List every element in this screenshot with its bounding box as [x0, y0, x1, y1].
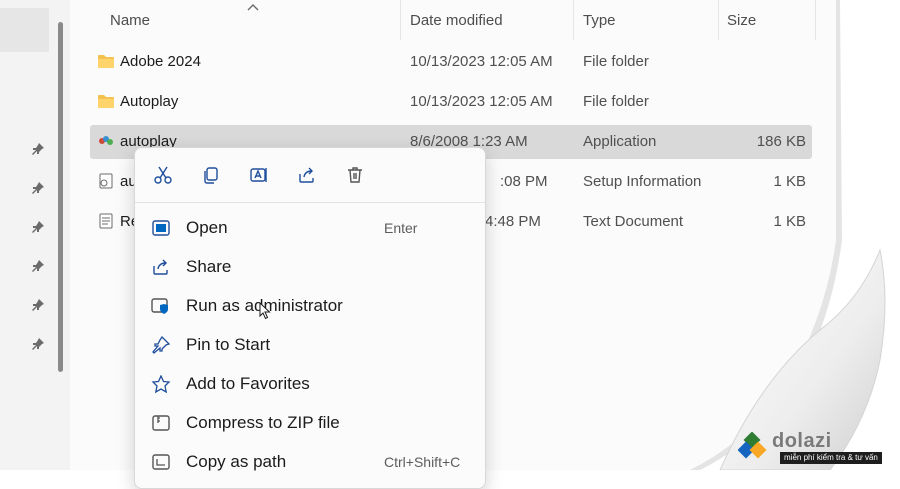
menu-item-add-to-favorites[interactable]: Add to Favorites: [141, 366, 479, 402]
star-icon: [151, 375, 171, 393]
file-date: 10/13/2023 12:05 AM: [410, 53, 553, 70]
menu-item-run-as-administrator[interactable]: Run as administrator: [141, 288, 479, 324]
setup-file-icon: [99, 173, 113, 189]
menu-item-share[interactable]: Share: [141, 249, 479, 285]
column-divider[interactable]: [815, 0, 816, 40]
file-date: 10/13/2023 12:05 AM: [410, 93, 553, 110]
menu-divider: [135, 202, 485, 203]
pin-icon: [32, 182, 44, 194]
copy-icon: [204, 167, 218, 184]
file-type: Text Document: [583, 213, 684, 230]
file-row[interactable]: Autoplay 10/13/2023 12:05 AM File folder: [90, 85, 812, 119]
context-menu: Open Enter Share Run as administrator Pi…: [134, 147, 486, 489]
copy-button[interactable]: [197, 162, 225, 188]
rename-button[interactable]: [245, 162, 273, 188]
pin-icon: [151, 336, 171, 354]
column-divider[interactable]: [400, 0, 401, 40]
file-explorer-window: Name Date modified Type Size Adobe 2024 …: [0, 0, 900, 489]
logo-mark-icon: [738, 432, 767, 459]
menu-item-compress-to-zip[interactable]: Compress to ZIP file: [141, 405, 479, 441]
cut-icon: [154, 166, 172, 184]
column-name[interactable]: Name: [110, 12, 150, 29]
share-icon: [299, 167, 314, 183]
nav-item-selected[interactable]: [0, 8, 49, 52]
column-date-modified[interactable]: Date modified: [410, 12, 503, 29]
file-type: Application: [583, 133, 657, 150]
folder-icon: [98, 95, 114, 108]
file-size: 1 KB: [773, 213, 806, 230]
rename-icon: [250, 168, 267, 182]
open-icon: [151, 219, 171, 237]
column-size[interactable]: Size: [727, 12, 756, 29]
file-name: Autoplay: [120, 93, 179, 110]
watermark-brand: dolazi: [772, 430, 832, 452]
zip-icon: [151, 414, 171, 432]
watermark-logo: dolazi miễn phí kiểm tra & tư vấn: [738, 428, 898, 468]
file-size: 186 KB: [756, 133, 806, 150]
delete-icon: [348, 167, 362, 183]
nav-scrollbar[interactable]: [58, 22, 63, 372]
share-icon: [151, 258, 171, 276]
application-icon: [99, 136, 113, 145]
pin-icon: [32, 260, 44, 272]
watermark-tagline: miễn phí kiểm tra & tư vấn: [780, 452, 882, 464]
menu-item-pin-to-start[interactable]: Pin to Start: [141, 327, 479, 363]
mouse-cursor-icon: [259, 302, 271, 320]
menu-item-copy-as-path[interactable]: Copy as path Ctrl+Shift+C: [141, 444, 479, 480]
delete-button[interactable]: [341, 162, 369, 188]
cut-button[interactable]: [149, 162, 177, 188]
file-type: Setup Information: [583, 173, 702, 190]
shield-icon: [151, 297, 171, 315]
column-header-row: Name Date modified Type Size: [70, 0, 840, 40]
file-name: Adobe 2024: [120, 53, 201, 70]
column-divider[interactable]: [573, 0, 574, 40]
pin-icon: [32, 143, 44, 155]
folder-icon: [98, 55, 114, 68]
file-date: :08 PM: [500, 173, 548, 190]
column-divider[interactable]: [718, 0, 719, 40]
file-type: File folder: [583, 93, 649, 110]
copy-path-icon: [151, 453, 171, 471]
column-type[interactable]: Type: [583, 12, 616, 29]
text-document-icon: [99, 213, 113, 229]
file-size: 1 KB: [773, 173, 806, 190]
sort-ascending-icon: [247, 4, 259, 11]
share-button[interactable]: [293, 162, 321, 188]
pin-icon: [32, 338, 44, 350]
file-row[interactable]: Adobe 2024 10/13/2023 12:05 AM File fold…: [90, 45, 812, 79]
pin-icon: [32, 221, 44, 233]
pin-icon: [32, 299, 44, 311]
context-quick-actions: [135, 148, 485, 202]
navigation-pane: [0, 0, 70, 470]
file-date: 4:48 PM: [485, 213, 541, 230]
menu-item-open[interactable]: Open Enter: [141, 210, 479, 246]
file-type: File folder: [583, 53, 649, 70]
